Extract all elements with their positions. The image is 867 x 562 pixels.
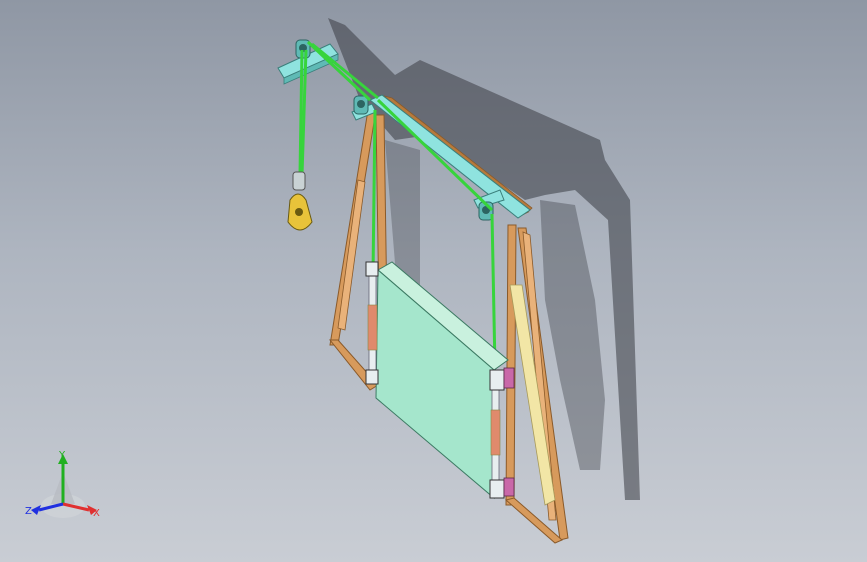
orientation-triad[interactable]: Y X Z: [25, 448, 105, 522]
hanging-pulley-block[interactable]: [287, 171, 313, 231]
axis-x-label: X: [93, 508, 100, 519]
cad-3d-viewport[interactable]: Y X Z: [0, 0, 867, 562]
axis-y-label: Y: [58, 450, 66, 461]
gate-hoist-model[interactable]: [0, 0, 867, 562]
axis-z-label: Z: [25, 506, 32, 517]
gate-panel[interactable]: [375, 261, 509, 500]
guide-rod-left[interactable]: [367, 264, 378, 384]
pulley-frame-left[interactable]: [353, 95, 369, 115]
